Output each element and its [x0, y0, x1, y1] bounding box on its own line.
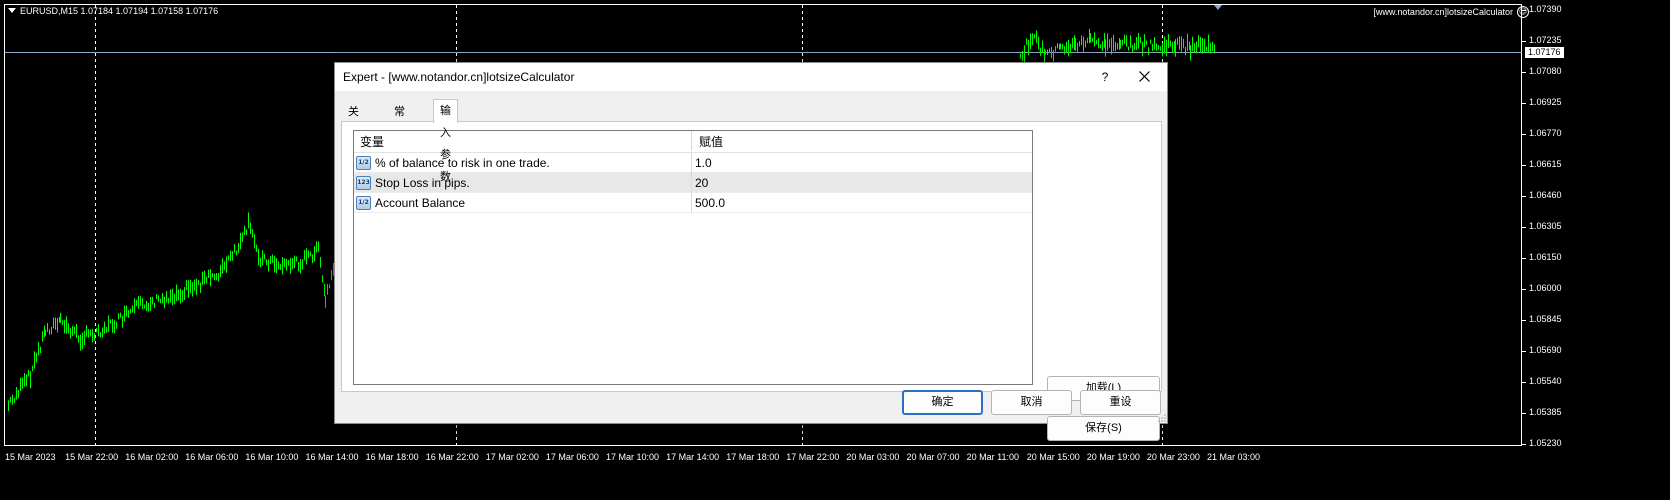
- close-icon: [1138, 71, 1150, 83]
- time-label: 17 Mar 22:00: [786, 452, 840, 462]
- time-label: 20 Mar 23:00: [1146, 452, 1200, 462]
- save-button[interactable]: 保存(S): [1047, 416, 1160, 441]
- time-label: 17 Mar 14:00: [666, 452, 720, 462]
- double-type-icon: 1/2: [356, 196, 371, 210]
- time-label: 20 Mar 11:00: [966, 452, 1019, 462]
- price-label: 1.06305: [1529, 221, 1562, 231]
- table-header: 变量 赋值: [354, 131, 1032, 153]
- column-header-value[interactable]: 赋值: [693, 131, 1032, 151]
- dialog-titlebar[interactable]: Expert - [www.notandor.cn]lotsizeCalcula…: [335, 63, 1167, 91]
- price-label: 1.07390: [1529, 4, 1562, 14]
- price-tick: [1522, 72, 1526, 73]
- time-label: 17 Mar 10:00: [606, 452, 660, 462]
- time-label: 20 Mar 15:00: [1026, 452, 1080, 462]
- time-label: 16 Mar 14:00: [305, 452, 359, 462]
- symbol-info: EURUSD,M15 1.07184 1.07194 1.07158 1.071…: [8, 6, 218, 16]
- resize-grip-icon[interactable]: [1158, 414, 1166, 422]
- price-tick: [1522, 320, 1526, 321]
- price-tick: [1522, 351, 1526, 352]
- time-label: 16 Mar 22:00: [425, 452, 479, 462]
- symbol-info-text: EURUSD,M15 1.07184 1.07194 1.07158 1.071…: [20, 6, 219, 16]
- price-label: 1.06460: [1529, 190, 1562, 200]
- dialog-title: Expert - [www.notandor.cn]lotsizeCalcula…: [343, 70, 575, 84]
- param-name-cell: 1/2 Account Balance: [354, 193, 692, 213]
- table-row[interactable]: 123 Stop Loss in pips. 20: [354, 173, 1032, 193]
- table-row[interactable]: 1/2 Account Balance 500.0: [354, 193, 1032, 213]
- time-label: 17 Mar 02:00: [485, 452, 539, 462]
- time-label: 17 Mar 18:00: [726, 452, 780, 462]
- param-value[interactable]: 1.0: [693, 153, 1032, 173]
- column-header-variable[interactable]: 变量: [354, 131, 692, 151]
- time-label: 16 Mar 18:00: [365, 452, 419, 462]
- price-tick: [1522, 258, 1526, 259]
- price-tick: [1522, 41, 1526, 42]
- param-name: % of balance to risk in one trade.: [375, 156, 550, 170]
- expert-advisor-label: [www.notandor.cn]lotsizeCalculator: [1373, 7, 1513, 17]
- chart-marker-icon: [1214, 5, 1222, 10]
- double-type-icon: 1/2: [356, 156, 371, 170]
- time-scale[interactable]: 15 Mar 2023 15 Mar 22:00 16 Mar 02:00 16 Ma…: [0, 446, 1522, 468]
- price-label: 1.06150: [1529, 252, 1562, 262]
- param-value[interactable]: 20: [693, 173, 1032, 193]
- ok-button[interactable]: 确定: [902, 390, 983, 415]
- time-label: 20 Mar 19:00: [1086, 452, 1140, 462]
- price-label: 1.06925: [1529, 97, 1562, 107]
- price-label: 1.05230: [1529, 438, 1562, 448]
- param-name: Stop Loss in pips.: [375, 176, 470, 190]
- param-name-cell: 1/2 % of balance to risk in one trade.: [354, 153, 692, 173]
- price-label: 1.07235: [1529, 35, 1562, 45]
- param-name: Account Balance: [375, 196, 466, 210]
- price-label: 1.05540: [1529, 376, 1562, 386]
- price-tick: [1522, 103, 1526, 104]
- parameters-table: 变量 赋值 1/2 % of balance to risk in one tr…: [353, 130, 1033, 385]
- integer-type-icon: 123: [356, 176, 371, 190]
- param-value[interactable]: 500.0: [693, 193, 1032, 213]
- price-tick: [1522, 165, 1526, 166]
- price-label: 1.05845: [1529, 314, 1562, 324]
- param-name-cell: 123 Stop Loss in pips.: [354, 173, 692, 193]
- tab-about[interactable]: 关于: [341, 101, 366, 138]
- time-label: 15 Mar 2023: [5, 452, 56, 462]
- time-label: 16 Mar 10:00: [245, 452, 299, 462]
- time-label: 20 Mar 03:00: [846, 452, 900, 462]
- price-tick: [1522, 413, 1526, 414]
- time-label: 20 Mar 07:00: [906, 452, 960, 462]
- price-tick: [1522, 289, 1526, 290]
- reset-button[interactable]: 重设: [1080, 390, 1161, 415]
- price-scale[interactable]: 1.07390 1.07235 1.07080 1.06925 1.06770 1.066…: [1522, 0, 1670, 448]
- price-tick: [1522, 196, 1526, 197]
- price-tick: [1522, 134, 1526, 135]
- price-label: 1.06770: [1529, 128, 1562, 138]
- price-tick: [1522, 10, 1526, 11]
- time-label: 16 Mar 02:00: [125, 452, 179, 462]
- inputs-panel: 变量 赋值 1/2 % of balance to risk in one tr…: [341, 121, 1162, 441]
- time-label: 16 Mar 06:00: [185, 452, 239, 462]
- price-tick: [1522, 444, 1526, 445]
- price-tick: [1522, 227, 1526, 228]
- time-label: 21 Mar 03:00: [1207, 452, 1261, 462]
- close-button[interactable]: [1129, 66, 1159, 88]
- help-button[interactable]: ?: [1093, 66, 1117, 88]
- time-label: 17 Mar 06:00: [545, 452, 599, 462]
- price-label: 1.05690: [1529, 345, 1562, 355]
- tab-common[interactable]: 常用: [387, 101, 412, 138]
- price-label: 1.06615: [1529, 159, 1562, 169]
- menu-triangle-icon[interactable]: [8, 8, 16, 13]
- cancel-button[interactable]: 取消: [991, 390, 1072, 415]
- expert-properties-dialog: Expert - [www.notandor.cn]lotsizeCalcula…: [334, 62, 1168, 441]
- price-label: 1.07080: [1529, 66, 1562, 76]
- price-tick: [1522, 382, 1526, 383]
- tab-inputs[interactable]: 输入参数: [433, 99, 458, 183]
- time-label: 15 Mar 22:00: [65, 452, 119, 462]
- price-label: 1.06000: [1529, 283, 1562, 293]
- table-row[interactable]: 1/2 % of balance to risk in one trade. 1…: [354, 153, 1032, 173]
- current-price-box: 1.07176: [1525, 47, 1564, 58]
- price-label: 1.05385: [1529, 407, 1562, 417]
